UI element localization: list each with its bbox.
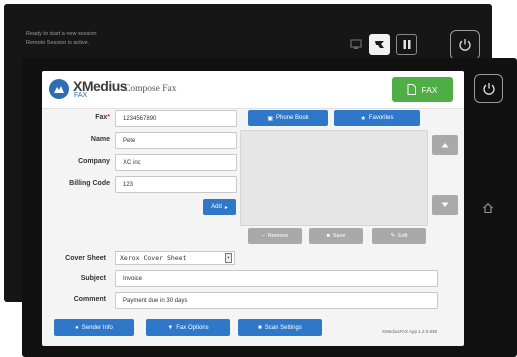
comment-label: Comment — [73, 296, 106, 303]
pause-icon-svg — [403, 40, 410, 49]
back-status-line-1: Ready to start a new session — [26, 31, 97, 37]
screen-icon[interactable] — [349, 34, 363, 55]
add-arrow-icon: ▸ — [224, 204, 228, 211]
scan-settings-icon: ■ — [258, 324, 262, 331]
scroll-up-icon[interactable] — [432, 135, 458, 155]
back-status-line-2: Remote Session is active. — [26, 40, 90, 46]
page-title: Compose Fax — [124, 84, 177, 94]
device-mockup: Ready to start a new session Remote Sess… — [0, 0, 517, 357]
cover-sheet-label: Cover Sheet — [65, 255, 106, 262]
favorites-button[interactable]: ★ Favorites — [334, 110, 420, 126]
remove-button[interactable]: − Remove — [248, 228, 302, 244]
power-icon[interactable] — [474, 74, 503, 103]
scroll-down-svg — [441, 202, 449, 207]
fax-options-label: Fax Options — [176, 324, 209, 331]
app-header: XMedius FAX Compose Fax FAX — [42, 71, 464, 109]
fax-label-text: Fax — [95, 114, 108, 121]
fax-label: Fax* — [50, 114, 110, 121]
fax-document-icon — [407, 84, 417, 95]
billing-code-label: Billing Code — [69, 180, 110, 187]
edit-button[interactable]: ✎ Edit — [372, 228, 426, 244]
phone-book-icon: ▣ — [267, 115, 273, 122]
cover-sheet-select[interactable]: Xerox Cover Sheet ▾ — [115, 251, 235, 265]
subject-field[interactable]: Invoice — [115, 270, 438, 287]
subject-label: Subject — [80, 275, 106, 282]
save-button[interactable]: ■ Save — [309, 228, 363, 244]
app-version-text: XMediusFAX App 1.2.0.838 — [382, 329, 438, 334]
name-label: Name — [90, 136, 110, 143]
scan-settings-button[interactable]: ■ Scan Settings — [238, 319, 322, 336]
company-label: Company — [78, 158, 110, 165]
billing-code-field[interactable]: 123 — [115, 176, 237, 193]
compose-fax-screen: XMedius FAX Compose Fax FAX Fax* 1234567… — [42, 71, 464, 346]
remove-label: Remove — [267, 233, 289, 239]
company-field[interactable]: XC inc — [115, 154, 237, 171]
remote-session-icon-svg — [375, 41, 384, 48]
required-marker: * — [107, 114, 110, 121]
edit-pencil-icon: ✎ — [390, 233, 396, 239]
scroll-up-svg — [441, 143, 449, 148]
screen-icon-svg — [350, 39, 362, 49]
logo-mark-svg — [54, 86, 64, 93]
name-field[interactable]: Pete — [115, 132, 237, 149]
edit-label: Edit — [398, 233, 408, 239]
home-icon[interactable] — [480, 200, 496, 216]
back-power-icon[interactable] — [450, 30, 480, 60]
sender-info-button[interactable]: ● Sender Info — [54, 319, 134, 336]
back-status-text: Ready to start a new session Remote Sess… — [26, 30, 97, 48]
add-recipient-button[interactable]: Add ▸ — [203, 199, 236, 215]
save-icon: ■ — [326, 233, 330, 239]
power-icon-svg — [482, 82, 495, 95]
fax-number-field[interactable]: 1234567890 — [115, 110, 237, 127]
sender-info-label: Sender Info — [81, 324, 113, 331]
logo-subtext: FAX — [74, 92, 88, 99]
fax-options-icon: ▼ — [167, 324, 174, 331]
select-arrow-icon: ▾ — [225, 253, 232, 263]
cover-sheet-value: Xerox Cover Sheet — [120, 254, 187, 262]
xmedius-logo-icon — [49, 79, 69, 99]
remote-session-icon[interactable] — [369, 34, 390, 55]
comment-field[interactable]: Payment due in 30 days — [115, 292, 438, 309]
back-power-icon-svg — [459, 39, 471, 51]
scan-settings-label: Scan Settings — [264, 324, 302, 331]
phone-book-label: Phone Book — [275, 115, 309, 121]
phone-book-button[interactable]: ▣ Phone Book — [248, 110, 328, 126]
fax-options-button[interactable]: ▼ Fax Options — [146, 319, 230, 336]
recipient-list[interactable] — [240, 130, 428, 226]
star-icon: ★ — [360, 115, 366, 122]
remove-icon: − — [261, 233, 265, 239]
pause-icon[interactable] — [396, 34, 417, 55]
back-toolbar — [349, 34, 417, 55]
favorites-label: Favorites — [368, 115, 394, 121]
home-icon-svg — [483, 203, 493, 214]
save-label: Save — [332, 233, 346, 239]
send-fax-label: FAX — [421, 84, 438, 95]
add-recipient-label: Add — [211, 204, 222, 210]
send-fax-button[interactable]: FAX — [392, 77, 453, 102]
scroll-down-icon[interactable] — [432, 195, 458, 215]
sender-info-icon: ● — [75, 324, 79, 331]
